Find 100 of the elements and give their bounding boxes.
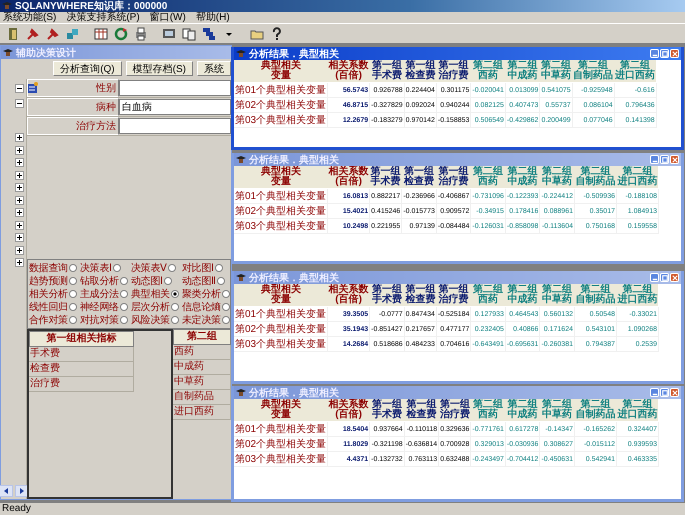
method-radio[interactable]: 钻取分析 — [80, 275, 131, 287]
method-radio[interactable]: 神经网络 — [80, 301, 131, 313]
menu-item[interactable]: 窗口(W) — [150, 12, 186, 23]
expand-icon[interactable] — [15, 158, 24, 168]
text-field[interactable]: 白血病 — [119, 99, 231, 115]
column-header: 西药 — [477, 71, 500, 81]
minimize-button[interactable] — [650, 49, 659, 58]
pushpin-icon[interactable] — [26, 26, 40, 40]
column-header: 检查费 — [405, 410, 438, 420]
method-radio[interactable]: 对比图Ⅰ — [182, 262, 233, 274]
window-title: 分析结果．典型相关 — [249, 272, 339, 284]
scroll-left-button[interactable] — [0, 485, 13, 497]
menu-item[interactable]: 决策支持系统(P) — [66, 12, 140, 23]
column-header: 变量 — [270, 177, 291, 187]
column-header: 第二组 — [540, 61, 572, 71]
expand-icon[interactable] — [15, 246, 24, 255]
method-radio[interactable]: 合作对策 — [29, 314, 80, 326]
column-header: 检查费 — [405, 295, 436, 305]
column-header: 第一组 — [440, 400, 470, 410]
field-label: 治疗方法 — [27, 117, 119, 135]
maximize-icon — [662, 390, 668, 396]
table-cell: 第01个典型相关变量 — [234, 306, 328, 322]
cubes-icon[interactable] — [66, 26, 80, 40]
table-cell: 第03个典型相关变量 — [234, 112, 328, 128]
printer-icon[interactable] — [134, 26, 148, 40]
toolbar-button[interactable]: 模型存档(S) — [126, 61, 193, 76]
method-radio[interactable]: 决策表Ⅴ — [131, 262, 182, 274]
method-radio[interactable]: 动态图Ⅱ — [182, 275, 233, 287]
graduation-cap-icon — [236, 272, 246, 282]
method-radio[interactable]: 数据查询 — [29, 262, 80, 274]
column-header: (百倍) — [334, 295, 362, 305]
recycle-icon[interactable] — [114, 26, 128, 40]
collapse-icon[interactable] — [15, 84, 24, 92]
method-radio[interactable]: 典型相关 — [131, 288, 182, 300]
column-header: 第一组相关指标 — [29, 331, 134, 347]
monitor-icon[interactable] — [162, 26, 176, 40]
column-header: 进口西药 — [617, 177, 658, 187]
expand-icon[interactable] — [15, 196, 24, 205]
method-radio[interactable]: 趋势预测 — [29, 275, 80, 287]
collapse-icon[interactable] — [15, 98, 24, 108]
door-icon[interactable] — [6, 26, 20, 40]
cascade-icon[interactable] — [202, 26, 216, 40]
window-title: 分析结果．典型相关 — [249, 154, 339, 166]
menu-item[interactable]: 帮助(H) — [196, 12, 230, 23]
table-cell: 第01个典型相关变量 — [234, 82, 328, 98]
window-title: 辅助决策设计 — [16, 46, 76, 60]
table-cell: 第03个典型相关变量 — [234, 218, 328, 234]
expand-icon[interactable] — [15, 208, 24, 218]
method-radio[interactable]: 相关分析 — [29, 288, 80, 300]
column-header: 第一组 — [438, 285, 470, 295]
column-header: 进口西药 — [617, 410, 658, 420]
column-header: 治疗费 — [440, 410, 470, 420]
maximize-icon — [662, 274, 668, 280]
toolbar-button[interactable]: 分析查询(Q) — [53, 61, 122, 76]
text-field[interactable] — [119, 118, 231, 134]
windows-icon[interactable] — [182, 26, 196, 40]
method-radio[interactable]: 层次分析 — [131, 301, 182, 313]
column-header: 第一组 — [370, 61, 403, 71]
column-header: 第一组 — [370, 285, 403, 295]
method-radio[interactable]: 信息论熵 — [182, 301, 233, 313]
toolbar-button[interactable]: 系统 — [197, 61, 231, 76]
table-cell: 第01个典型相关变量 — [234, 422, 328, 436]
column-header: (百倍) — [334, 177, 362, 187]
expand-icon[interactable] — [15, 170, 24, 180]
method-radio[interactable]: 主成分法 — [80, 288, 131, 300]
method-radio[interactable]: 线性回归 — [29, 301, 80, 313]
method-radio[interactable]: 聚类分析 — [182, 288, 233, 300]
table-icon[interactable] — [94, 26, 108, 40]
method-radio[interactable]: 动态图Ⅰ — [131, 275, 182, 287]
column-header: 中草药 — [540, 71, 572, 81]
expand-icon[interactable] — [15, 183, 24, 192]
column-header: 第二组 — [578, 61, 608, 71]
help-icon[interactable] — [270, 26, 284, 40]
expand-icon[interactable] — [15, 233, 24, 242]
method-radio[interactable]: 未定决策 — [182, 314, 233, 326]
method-radio[interactable]: 风险决策 — [131, 314, 182, 326]
column-header: 西药 — [477, 410, 500, 420]
expand-icon[interactable] — [15, 133, 24, 142]
close-button[interactable] — [670, 49, 679, 58]
table-cell: 治疗费 — [29, 377, 134, 392]
maximize-button[interactable] — [660, 49, 669, 58]
column-header: 中成药 — [506, 410, 539, 420]
menu-item[interactable]: 系统功能(S) — [3, 12, 56, 23]
column-header: 第二组 — [541, 400, 574, 410]
column-header: 检查费 — [405, 71, 436, 81]
column-header: 中成药 — [506, 295, 539, 305]
column-header: 第二组 — [472, 61, 504, 71]
column-header: 第一组 — [404, 167, 436, 177]
expand-icon[interactable] — [15, 146, 24, 155]
column-header: 变量 — [270, 71, 291, 81]
text-field[interactable] — [119, 80, 231, 96]
column-header: 中成药 — [506, 71, 539, 81]
pushpin-icon[interactable] — [46, 26, 60, 40]
expand-icon[interactable] — [15, 258, 24, 268]
column-header: 治疗费 — [438, 177, 470, 187]
method-radio[interactable]: 对抗对策 — [80, 314, 131, 326]
field-label: 性别 — [27, 79, 119, 97]
method-radio[interactable]: 决策表Ⅰ — [80, 262, 131, 274]
expand-icon[interactable] — [15, 220, 24, 230]
column-header: (百倍) — [334, 71, 362, 81]
